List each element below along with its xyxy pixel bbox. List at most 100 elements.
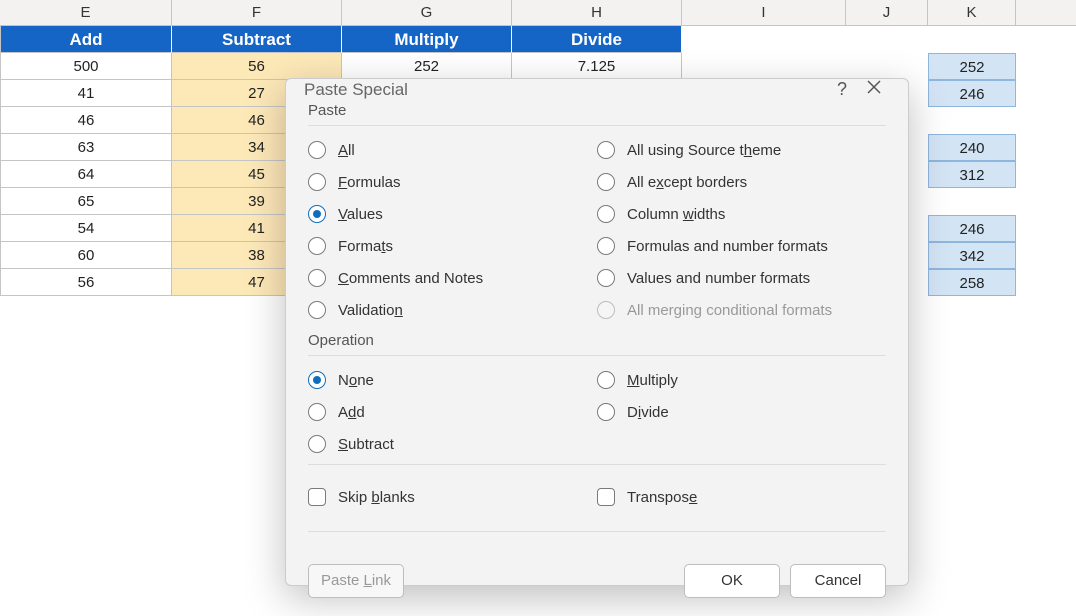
operation-subtract-radio[interactable]: Subtract	[308, 428, 597, 460]
paste-formulas-radio[interactable]: Formulas	[308, 166, 597, 198]
radio-label: Validation	[338, 302, 403, 319]
checkbox-icon	[308, 488, 326, 506]
radio-icon	[308, 403, 326, 421]
operation-divide-radio[interactable]: Divide	[597, 396, 886, 428]
help-icon[interactable]: ?	[826, 79, 858, 100]
transpose-checkbox[interactable]: Transpose	[597, 481, 886, 513]
cell-E[interactable]: 46	[0, 107, 172, 134]
column-header-E[interactable]: E	[0, 0, 172, 25]
radio-icon	[308, 371, 326, 389]
radio-label: Column widths	[627, 206, 725, 223]
cell-E[interactable]: 63	[0, 134, 172, 161]
column-header-I[interactable]: I	[682, 0, 846, 25]
column-header-K[interactable]: K	[928, 0, 1016, 25]
cell-F[interactable]: 56	[172, 53, 342, 80]
radio-icon	[308, 301, 326, 319]
header-cell-divide[interactable]: Divide	[512, 26, 682, 53]
radio-label: Formulas and number formats	[627, 238, 828, 255]
blank-cell[interactable]	[682, 53, 846, 80]
radio-icon	[597, 173, 615, 191]
paste-validation-radio[interactable]: Validation	[308, 294, 597, 326]
cell-K[interactable]: 258	[928, 269, 1016, 296]
header-cell-add[interactable]: Add	[0, 26, 172, 53]
radio-label: Formulas	[338, 174, 401, 191]
blank-cell[interactable]	[928, 26, 1016, 53]
radio-icon	[597, 141, 615, 159]
radio-label: None	[338, 372, 374, 389]
radio-icon	[597, 403, 615, 421]
radio-label: Add	[338, 404, 365, 421]
cell-E[interactable]: 54	[0, 215, 172, 242]
paste-formulanum-radio[interactable]: Formulas and number formats	[597, 230, 886, 262]
cell-H[interactable]: 7.125	[512, 53, 682, 80]
radio-icon	[308, 141, 326, 159]
paste-noborders-radio[interactable]: All except borders	[597, 166, 886, 198]
radio-icon	[308, 435, 326, 453]
column-header-J[interactable]: J	[846, 0, 928, 25]
radio-label: All	[338, 142, 355, 159]
cell-E[interactable]: 64	[0, 161, 172, 188]
radio-icon	[597, 301, 615, 319]
cell-K[interactable]: 240	[928, 134, 1016, 161]
radio-label: Subtract	[338, 436, 394, 453]
radio-label: Values and number formats	[627, 270, 810, 287]
paste-theme-radio[interactable]: All using Source theme	[597, 134, 886, 166]
header-cell-subtract[interactable]: Subtract	[172, 26, 342, 53]
paste-colwidths-radio[interactable]: Column widths	[597, 198, 886, 230]
dialog-titlebar: Paste Special ?	[286, 79, 908, 100]
radio-icon	[597, 237, 615, 255]
cell-K[interactable]: 252	[928, 53, 1016, 80]
cancel-button[interactable]: Cancel	[790, 564, 886, 598]
column-header-F[interactable]: F	[172, 0, 342, 25]
operation-group: None Add Subtract Multiply Divide	[308, 355, 886, 464]
radio-label: Formats	[338, 238, 393, 255]
operation-multiply-radio[interactable]: Multiply	[597, 364, 886, 396]
radio-label: All using Source theme	[627, 142, 781, 159]
column-header-H[interactable]: H	[512, 0, 682, 25]
header-data-row: Add Subtract Multiply Divide	[0, 26, 1076, 53]
blank-cell[interactable]	[846, 26, 928, 53]
cell-K[interactable]: 246	[928, 215, 1016, 242]
paste-group-label: Paste	[308, 102, 886, 119]
dialog-title-text: Paste Special	[304, 80, 408, 100]
skip-blanks-checkbox[interactable]: Skip blanks	[308, 481, 597, 513]
paste-formats-radio[interactable]: Formats	[308, 230, 597, 262]
cell-E[interactable]: 41	[0, 80, 172, 107]
paste-valuenum-radio[interactable]: Values and number formats	[597, 262, 886, 294]
cell-E[interactable]: 60	[0, 242, 172, 269]
radio-icon	[308, 269, 326, 287]
paste-group: All Formulas Values Formats Comments and Not…	[308, 125, 886, 330]
cell-K[interactable]: 342	[928, 242, 1016, 269]
paste-all-radio[interactable]: All	[308, 134, 597, 166]
radio-label: All merging conditional formats	[627, 302, 832, 319]
cell-E[interactable]: 65	[0, 188, 172, 215]
radio-label: Multiply	[627, 372, 678, 389]
radio-icon	[597, 269, 615, 287]
operation-none-radio[interactable]: None	[308, 364, 597, 396]
blank-cell[interactable]	[682, 26, 846, 53]
paste-comments-radio[interactable]: Comments and Notes	[308, 262, 597, 294]
checkbox-icon	[597, 488, 615, 506]
close-icon[interactable]	[858, 79, 890, 100]
operation-group-label: Operation	[308, 332, 886, 349]
radio-label: Values	[338, 206, 383, 223]
ok-button[interactable]: OK	[684, 564, 780, 598]
operation-add-radio[interactable]: Add	[308, 396, 597, 428]
cell-K[interactable]	[928, 188, 1016, 215]
cell-K[interactable]	[928, 107, 1016, 134]
paste-values-radio[interactable]: Values	[308, 198, 597, 230]
cell-E[interactable]: 56	[0, 269, 172, 296]
header-cell-multiply[interactable]: Multiply	[342, 26, 512, 53]
cell-K[interactable]: 312	[928, 161, 1016, 188]
radio-icon	[597, 371, 615, 389]
blank-cell[interactable]	[846, 53, 928, 80]
radio-icon	[308, 205, 326, 223]
paste-link-button: Paste Link	[308, 564, 404, 598]
radio-icon	[308, 237, 326, 255]
paste-special-dialog: Paste Special ? Paste All Formulas Values F…	[285, 78, 909, 586]
cell-E[interactable]: 500	[0, 53, 172, 80]
cell-G[interactable]: 252	[342, 53, 512, 80]
column-header-G[interactable]: G	[342, 0, 512, 25]
radio-label: Divide	[627, 404, 669, 421]
cell-K[interactable]: 246	[928, 80, 1016, 107]
